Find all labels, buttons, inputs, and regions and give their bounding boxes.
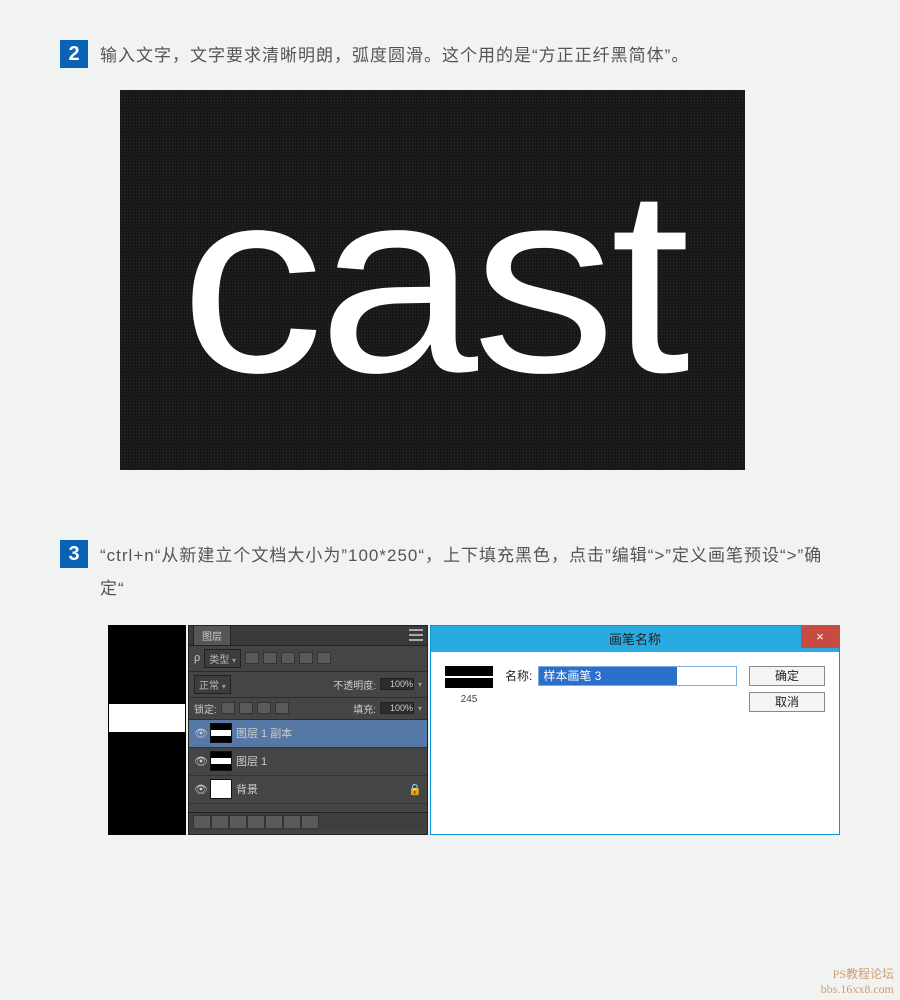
visibility-eye-icon[interactable]: 👁 <box>194 727 206 740</box>
layer-row[interactable]: 👁 图层 1 <box>189 748 427 776</box>
layer-name: 图层 1 <box>236 753 267 769</box>
layer-thumbnail <box>210 751 232 771</box>
name-field-label: 名称: <box>505 667 532 684</box>
brush-name-input[interactable] <box>538 666 737 686</box>
layers-tab[interactable]: 图层 <box>193 625 231 646</box>
opacity-label: 不透明度: <box>333 677 376 692</box>
filter-smart-icon[interactable] <box>317 652 331 664</box>
lock-position-icon[interactable] <box>257 702 271 714</box>
step-text-3: “ctrl+n“从新建立个文档大小为”100*250“，上下填充黑色，点击”编辑… <box>100 540 840 605</box>
lock-icon: 🔒 <box>408 783 422 796</box>
filter-type-icon[interactable] <box>281 652 295 664</box>
layer-thumbnail <box>210 779 232 799</box>
close-button[interactable]: × <box>801 626 839 648</box>
adjustment-layer-icon[interactable] <box>247 815 265 829</box>
layer-style-icon[interactable] <box>211 815 229 829</box>
filter-shape-icon[interactable] <box>299 652 313 664</box>
blend-mode-select[interactable]: 正常 ▾ <box>194 675 231 694</box>
layer-thumbnail <box>210 723 232 743</box>
lock-transparent-icon[interactable] <box>221 702 235 714</box>
opacity-input[interactable] <box>380 678 414 690</box>
panel-menu-icon[interactable] <box>409 629 423 641</box>
kind-filter-select[interactable]: 类型 ▾ <box>204 649 241 668</box>
link-layers-icon[interactable] <box>193 815 211 829</box>
example-image-cast: cast <box>120 90 745 470</box>
lock-all-icon[interactable] <box>275 702 289 714</box>
filter-adjust-icon[interactable] <box>263 652 277 664</box>
visibility-eye-icon[interactable]: 👁 <box>194 783 206 796</box>
fill-label: 填充: <box>353 701 376 716</box>
layer-row[interactable]: 👁 背景 🔒 <box>189 776 427 804</box>
dialog-title: 画笔名称 <box>609 629 661 648</box>
layers-panel: 图层 ρ 类型 ▾ 正常 ▾ 不透明度: ▾ 锁定: <box>188 625 428 835</box>
watermark: PS教程论坛 bbs.16xx8.com <box>821 967 894 996</box>
layer-mask-icon[interactable] <box>229 815 247 829</box>
layer-name: 背景 <box>236 781 258 797</box>
trash-icon[interactable] <box>301 815 319 829</box>
brush-size-label: 245 <box>461 694 478 705</box>
fill-input[interactable] <box>380 702 414 714</box>
filter-pixel-icon[interactable] <box>245 652 259 664</box>
brush-name-dialog: 画笔名称 × 245 名称: 确定 取消 <box>430 625 840 835</box>
lock-label: 锁定: <box>194 701 217 716</box>
document-preview <box>108 625 186 835</box>
layer-name: 图层 1 副本 <box>236 725 292 741</box>
step-badge-3: 3 <box>60 540 88 568</box>
layer-row[interactable]: 👁 图层 1 副本 <box>189 720 427 748</box>
step-text-2: 输入文字，文字要求清晰明朗，弧度圆滑。这个用的是“方正正纤黑简体”。 <box>100 40 689 72</box>
brush-preview: 245 <box>445 666 493 705</box>
lock-brush-icon[interactable] <box>239 702 253 714</box>
ok-button[interactable]: 确定 <box>749 666 825 686</box>
kind-filter-label: ρ <box>194 652 200 664</box>
new-layer-icon[interactable] <box>283 815 301 829</box>
step-badge-2: 2 <box>60 40 88 68</box>
group-icon[interactable] <box>265 815 283 829</box>
dialog-titlebar[interactable]: 画笔名称 × <box>431 626 839 652</box>
cancel-button[interactable]: 取消 <box>749 692 825 712</box>
visibility-eye-icon[interactable]: 👁 <box>194 755 206 768</box>
cast-text: cast <box>180 130 684 431</box>
